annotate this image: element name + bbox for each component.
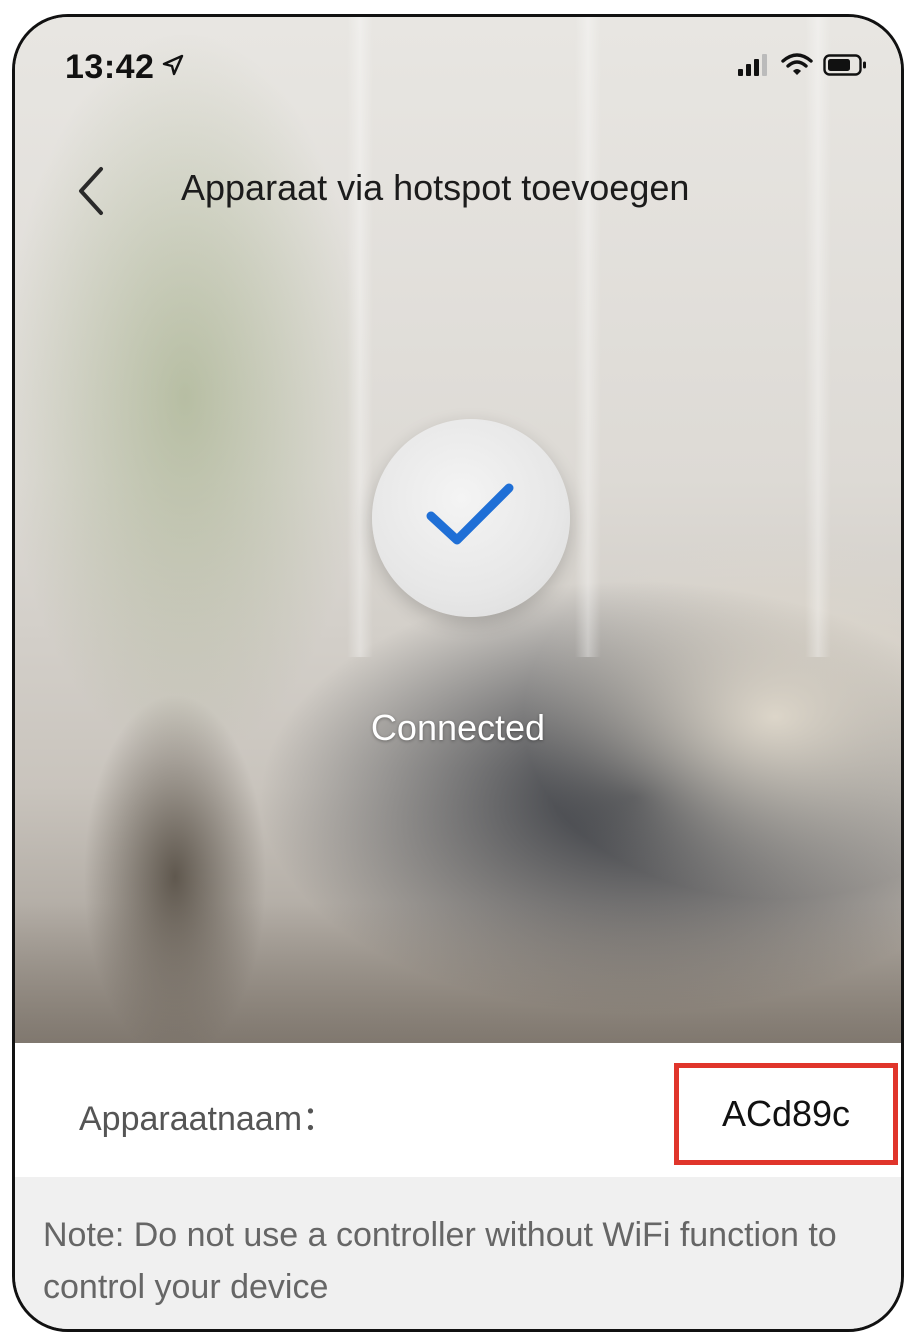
location-arrow-icon bbox=[162, 54, 184, 81]
phone-screen: 13:42 Apparaat via hotspot toevoegen Con… bbox=[12, 14, 904, 1332]
note-text: Note: Do not use a controller without Wi… bbox=[15, 1177, 901, 1329]
window-frame bbox=[347, 17, 373, 657]
connection-status-text: Connected bbox=[370, 707, 546, 748]
wifi-icon bbox=[781, 52, 813, 82]
status-bar: 13:42 bbox=[15, 45, 901, 89]
device-name-row: Apparaatnaam： ACd89c bbox=[15, 1043, 901, 1177]
window-frame bbox=[575, 17, 601, 657]
chevron-left-icon bbox=[71, 167, 115, 223]
battery-icon bbox=[823, 53, 867, 82]
window-frame bbox=[805, 17, 831, 657]
device-name-value[interactable]: ACd89c bbox=[722, 1093, 850, 1135]
checkmark-icon bbox=[421, 476, 521, 561]
back-button[interactable] bbox=[71, 163, 115, 219]
navigation-bar: Apparaat via hotspot toevoegen bbox=[15, 157, 901, 217]
floor-shade bbox=[15, 903, 901, 1043]
device-name-label: Apparaatnaam： bbox=[79, 1100, 337, 1138]
device-name-highlight[interactable]: ACd89c bbox=[674, 1063, 898, 1165]
cellular-signal-icon bbox=[737, 53, 771, 82]
page-title: Apparaat via hotspot toevoegen bbox=[181, 167, 690, 208]
status-time: 13:42 bbox=[65, 47, 155, 86]
connected-status-badge bbox=[372, 419, 570, 617]
